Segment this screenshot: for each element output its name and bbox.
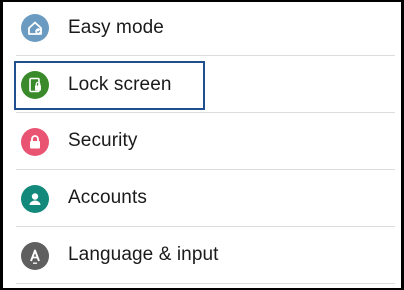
settings-item-language-input[interactable]: Language & input <box>3 227 401 284</box>
settings-list: Easy mode Lock screen Security Accounts … <box>3 2 401 284</box>
account-person-icon <box>21 185 49 213</box>
security-lock-icon <box>21 128 49 156</box>
settings-item-label: Security <box>68 130 138 151</box>
settings-item-easy-mode[interactable]: Easy mode <box>3 2 401 56</box>
settings-item-accounts[interactable]: Accounts <box>3 170 401 227</box>
settings-item-security[interactable]: Security <box>3 113 401 170</box>
language-a-icon <box>21 242 49 270</box>
settings-item-label: Easy mode <box>68 17 164 38</box>
settings-item-lock-screen[interactable]: Lock screen <box>3 56 401 113</box>
lock-screen-icon <box>21 71 49 99</box>
settings-item-label: Lock screen <box>68 74 172 95</box>
divider <box>16 283 395 284</box>
easy-mode-icon <box>21 14 49 42</box>
settings-item-label: Accounts <box>68 187 147 208</box>
settings-item-label: Language & input <box>68 244 219 265</box>
